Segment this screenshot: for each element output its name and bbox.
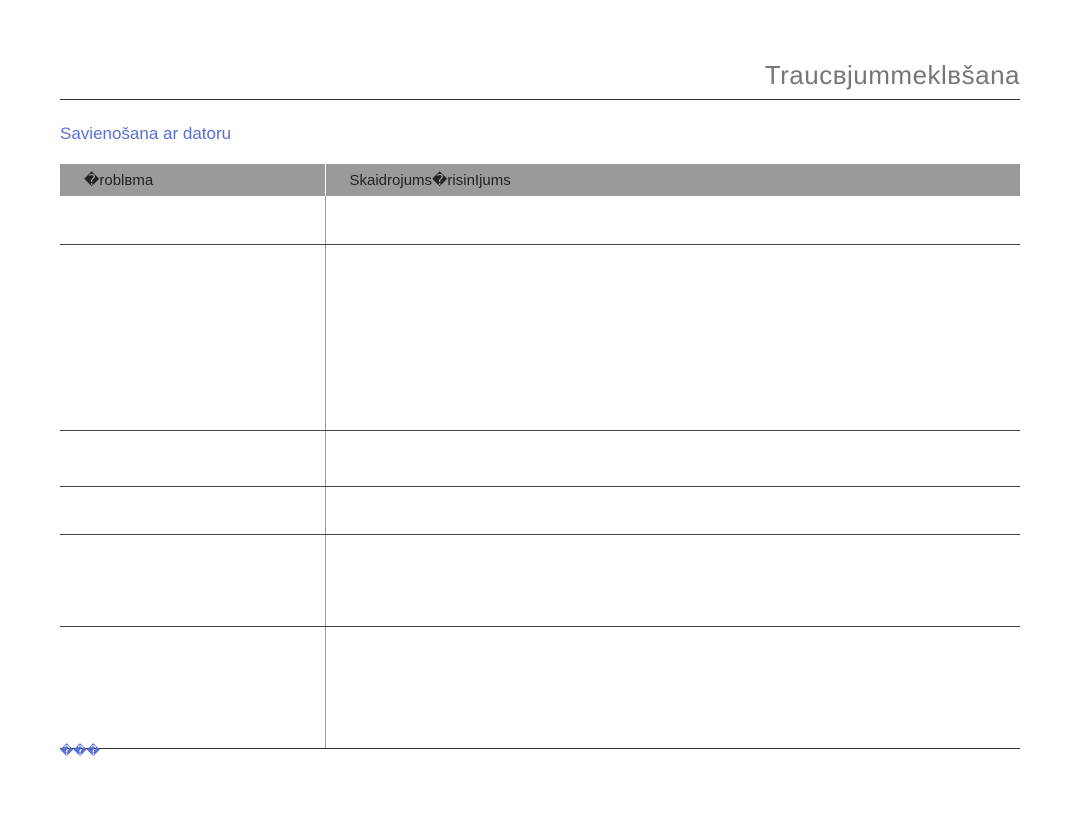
table-row — [60, 244, 1020, 430]
section-title: Savienošana ar datoru — [60, 124, 1020, 144]
table-row — [60, 196, 1020, 244]
table-row — [60, 486, 1020, 534]
troubleshooting-table: �roblвma Skaidrojums�risinІjums — [60, 164, 1020, 749]
table-row — [60, 626, 1020, 748]
col-solution: Skaidrojums�risinІjums — [325, 164, 1020, 196]
table-row — [60, 430, 1020, 486]
table-header-row: �roblвma Skaidrojums�risinІjums — [60, 164, 1020, 196]
col-problem: �roblвma — [60, 164, 325, 196]
table-row — [60, 534, 1020, 626]
page-number: ��� — [60, 743, 100, 759]
page-title: Traucвjummeklвšana — [60, 60, 1020, 100]
